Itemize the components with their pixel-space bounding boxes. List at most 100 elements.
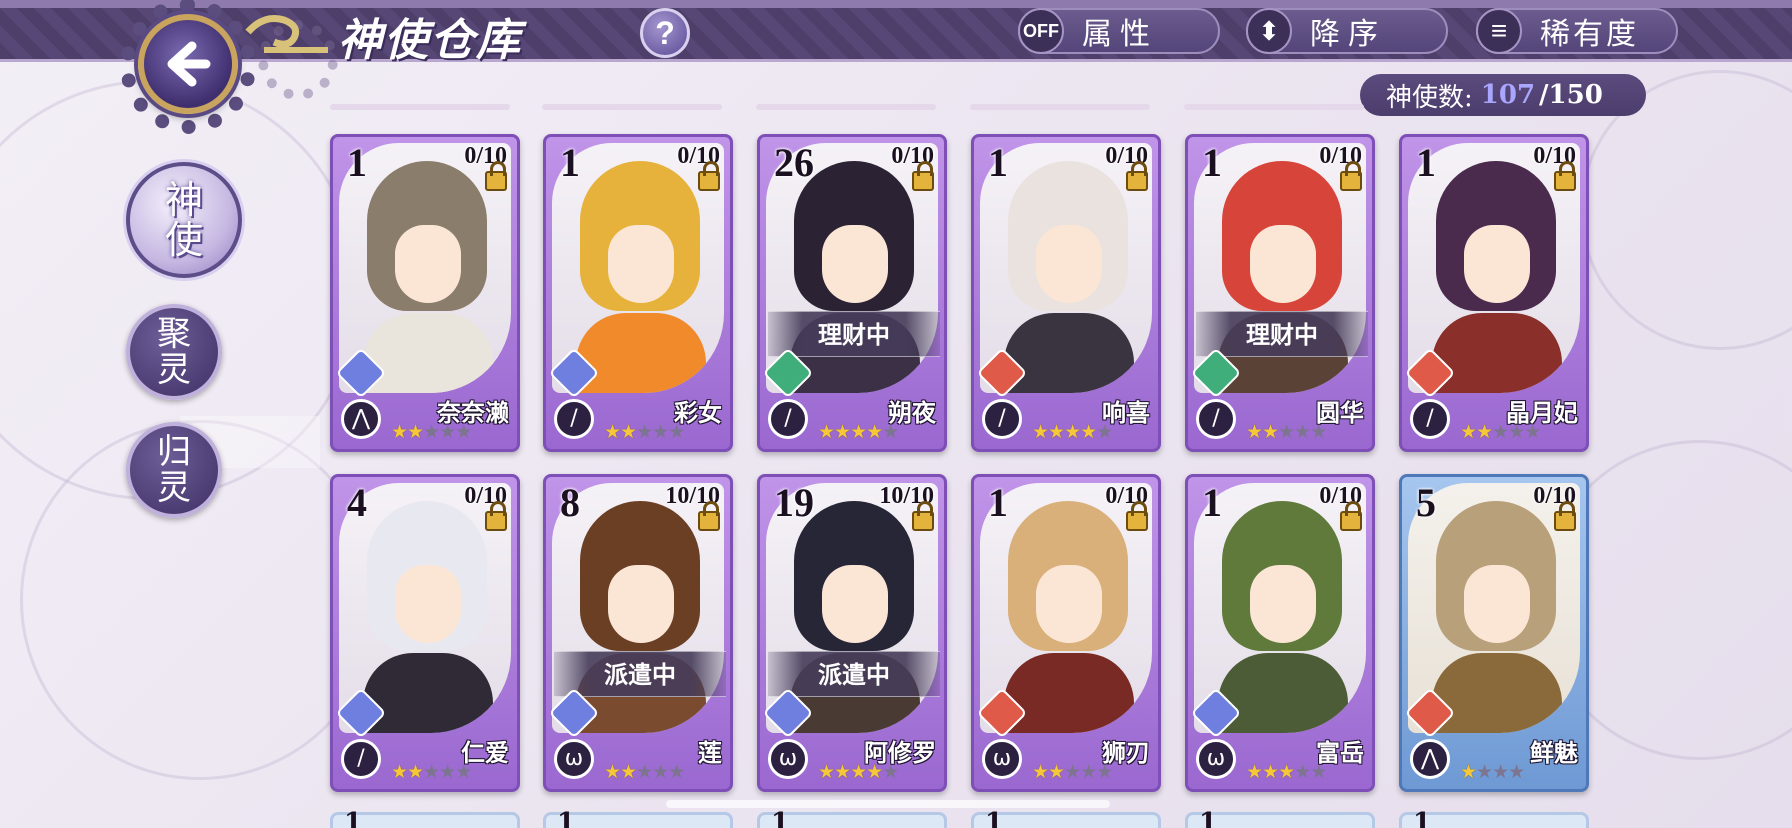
unit-card[interactable]: 1 0/10/彩女 ★★★★★	[543, 134, 733, 452]
sidebar-item-fuse[interactable]: 聚灵	[126, 304, 222, 400]
unit-name: 鲜魅	[1530, 738, 1578, 767]
portrait-face	[1464, 565, 1530, 643]
unit-card[interactable]: 8 10/10 派遣中 ѡ 莲 ★★★★★	[543, 474, 733, 792]
arrow-left-icon	[167, 41, 211, 87]
lock-icon[interactable]	[698, 161, 720, 191]
top-bar-highlight	[0, 0, 1792, 8]
portrait-body	[1004, 313, 1134, 393]
unit-card[interactable]: 5 0/10 ⋀ 鲜魅 ★★★★	[1399, 474, 1589, 792]
star-icon: ★	[668, 761, 685, 783]
star-icon: ★	[439, 761, 456, 783]
unit-card[interactable]: 4 0/10/仁爱 ★★★★★	[330, 474, 520, 792]
lock-icon[interactable]	[1340, 501, 1362, 531]
unit-status-tag: 理财中	[1196, 311, 1368, 357]
title-swirl-icon	[245, 15, 328, 53]
portrait-face	[1250, 565, 1316, 643]
beast-weapon-icon: ѡ	[554, 739, 594, 779]
rarity-stars: ★★★★	[1460, 761, 1525, 783]
unit-count: 神使数: 107 /150	[1360, 74, 1646, 116]
sidebar-item-units[interactable]: 神使	[126, 162, 242, 278]
help-button[interactable]: ?	[640, 8, 690, 58]
star-icon: ★	[850, 421, 867, 443]
shelf-divider	[330, 104, 510, 110]
sidebar-item-release[interactable]: 归灵	[126, 422, 222, 518]
portrait-body	[363, 653, 493, 733]
unit-level: 1	[344, 808, 363, 828]
portrait-face	[822, 565, 888, 643]
star-icon: ★	[391, 421, 408, 443]
sort-order-label: 降序	[1310, 17, 1386, 52]
lock-icon[interactable]	[1554, 161, 1576, 191]
rarity-stars: ★★★★★	[1032, 761, 1113, 783]
unit-level: 26	[774, 140, 814, 185]
lock-icon[interactable]	[912, 501, 934, 531]
shelf-divider	[756, 104, 936, 110]
star-icon: ★	[1262, 761, 1279, 783]
page-title: 神使仓库	[338, 15, 522, 66]
unit-level: 1	[1202, 480, 1222, 525]
unit-level: 5	[1416, 480, 1436, 525]
unit-card[interactable]: 1 0/10 理财中 / 圆华 ★★★★★	[1185, 134, 1375, 452]
unit-level: 1	[988, 140, 1008, 185]
unit-card[interactable]: 1 0/10/响喜 ★★★★★	[971, 134, 1161, 452]
filter-attribute-button[interactable]: OFF 属性	[1018, 8, 1220, 54]
star-icon: ★	[1524, 421, 1541, 443]
shelf-divider	[542, 104, 722, 110]
star-icon: ★	[652, 421, 669, 443]
lock-icon[interactable]	[698, 501, 720, 531]
sort-rarity-button[interactable]: ≡ 稀有度	[1476, 8, 1678, 54]
unit-card[interactable]: 1 0/10 ⋀ 奈奈濑 ★★★★★	[330, 134, 520, 452]
lock-icon[interactable]	[1126, 501, 1148, 531]
unit-level: 1	[771, 808, 790, 828]
bow-weapon-icon: ⋀	[341, 399, 381, 439]
rarity-stars: ★★★★★	[391, 761, 472, 783]
lock-icon[interactable]	[912, 161, 934, 191]
star-icon: ★	[1032, 421, 1049, 443]
lock-icon[interactable]	[1554, 501, 1576, 531]
unit-level: 1	[347, 140, 367, 185]
star-icon: ★	[1080, 421, 1097, 443]
portrait-face	[822, 225, 888, 303]
sidebar-item-label: 聚灵	[157, 314, 191, 390]
scroll-indicator[interactable]	[666, 800, 1110, 808]
star-icon: ★	[1294, 761, 1311, 783]
star-icon: ★	[1310, 421, 1327, 443]
beast-weapon-icon: ѡ	[982, 739, 1022, 779]
star-icon: ★	[1278, 421, 1295, 443]
star-icon: ★	[620, 761, 637, 783]
star-icon: ★	[850, 761, 867, 783]
star-icon: ★	[1032, 761, 1049, 783]
back-button[interactable]	[138, 14, 238, 114]
unit-card[interactable]: 1 0/10/晶月妃 ★★★★★	[1399, 134, 1589, 452]
unit-count-label: 神使数:	[1386, 82, 1473, 113]
unit-card[interactable]: 1 0/10 ѡ 狮刃 ★★★★★	[971, 474, 1161, 792]
star-icon: ★	[423, 421, 440, 443]
star-icon: ★	[1246, 421, 1263, 443]
sword-weapon-icon: /	[982, 399, 1022, 439]
unit-card[interactable]: 26 0/10 理财中 / 朔夜 ★★★★★	[757, 134, 947, 452]
unit-level: 4	[347, 480, 367, 525]
unit-level: 1	[1413, 808, 1432, 828]
lock-icon[interactable]	[485, 161, 507, 191]
lock-icon[interactable]	[485, 501, 507, 531]
unit-count-max: /150	[1539, 80, 1603, 110]
star-icon: ★	[1048, 421, 1065, 443]
portrait-body	[363, 313, 493, 393]
star-icon: ★	[407, 421, 424, 443]
sword-weapon-icon: /	[1410, 399, 1450, 439]
sort-rarity-label: 稀有度	[1540, 17, 1639, 52]
sword-weapon-icon: /	[768, 399, 808, 439]
sort-order-button[interactable]: ⬍ 降序	[1246, 8, 1448, 54]
unit-card[interactable]: 1 0/10 ѡ 富岳 ★★★★★	[1185, 474, 1375, 792]
unit-level: 1	[557, 808, 576, 828]
star-icon: ★	[1064, 761, 1081, 783]
sword-weapon-icon: /	[1196, 399, 1236, 439]
lock-icon[interactable]	[1126, 161, 1148, 191]
star-icon: ★	[1294, 421, 1311, 443]
unit-card[interactable]: 19 10/10 派遣中 ѡ 阿修罗 ★★★★★	[757, 474, 947, 792]
star-icon: ★	[1278, 761, 1295, 783]
toggle-off-icon: OFF	[1018, 8, 1064, 54]
portrait-face	[1036, 565, 1102, 643]
lock-icon[interactable]	[1340, 161, 1362, 191]
star-icon: ★	[604, 761, 621, 783]
